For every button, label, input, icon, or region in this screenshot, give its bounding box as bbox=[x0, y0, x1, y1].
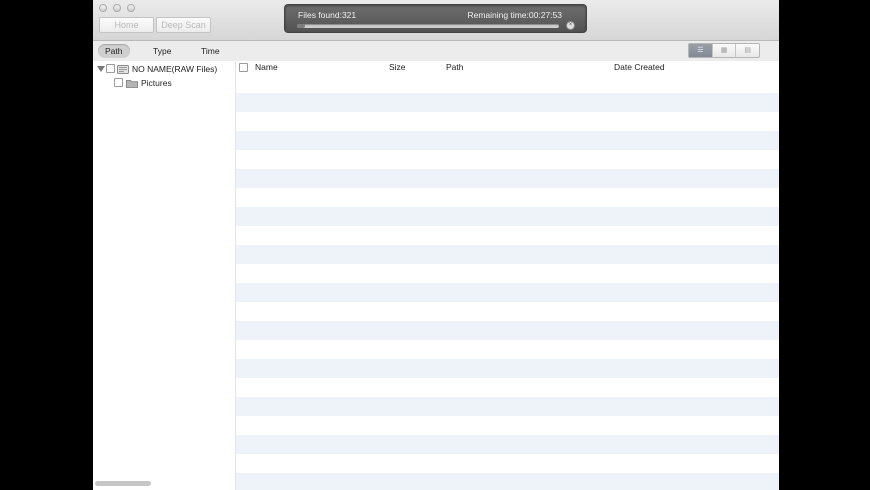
view-mode-switch: ☰ ▦ ▤ bbox=[688, 43, 760, 58]
table-row bbox=[236, 302, 779, 321]
list-view-icon[interactable]: ☰ bbox=[689, 44, 713, 57]
folder-icon bbox=[126, 79, 138, 88]
grid-view-icon[interactable]: ▦ bbox=[713, 44, 737, 57]
app-window: Home Deep Scan Files found:321 Remaining… bbox=[93, 0, 779, 490]
files-found-label: Files found:321 bbox=[298, 10, 357, 20]
tree-child-label: Pictures bbox=[141, 77, 172, 88]
tab-time[interactable]: Time bbox=[194, 44, 227, 58]
folder-tree: NO NAME(RAW Files) Pictures bbox=[93, 61, 236, 490]
table-row bbox=[236, 226, 779, 245]
table-row bbox=[236, 321, 779, 340]
home-button[interactable]: Home bbox=[99, 17, 154, 33]
tree-root-checkbox[interactable] bbox=[106, 64, 115, 73]
table-row bbox=[236, 74, 779, 93]
title-bar: Home Deep Scan Files found:321 Remaining… bbox=[93, 0, 779, 41]
drive-icon bbox=[117, 64, 129, 74]
stop-scan-icon[interactable]: × bbox=[566, 21, 575, 30]
table-row bbox=[236, 131, 779, 150]
tab-type[interactable]: Type bbox=[146, 44, 178, 58]
minimize-window-button[interactable] bbox=[113, 4, 121, 12]
column-date-created[interactable]: Date Created bbox=[614, 62, 665, 72]
tree-child-row[interactable]: Pictures bbox=[114, 76, 172, 89]
table-row bbox=[236, 378, 779, 397]
table-row bbox=[236, 93, 779, 112]
table-row bbox=[236, 169, 779, 188]
scan-progress-panel: Files found:321 Remaining time:00:27:53 … bbox=[284, 4, 587, 33]
table-row bbox=[236, 416, 779, 435]
table-row bbox=[236, 340, 779, 359]
select-all-checkbox[interactable] bbox=[239, 63, 248, 72]
table-row bbox=[236, 188, 779, 207]
scan-progress-fill bbox=[297, 24, 305, 28]
table-row bbox=[236, 283, 779, 302]
tree-child-checkbox[interactable] bbox=[114, 78, 123, 87]
table-row bbox=[236, 245, 779, 264]
close-window-button[interactable] bbox=[99, 4, 107, 12]
table-row bbox=[236, 454, 779, 473]
tab-path[interactable]: Path bbox=[98, 44, 130, 58]
table-row bbox=[236, 207, 779, 226]
disclosure-triangle-icon[interactable] bbox=[97, 65, 105, 73]
horizontal-scrollbar[interactable] bbox=[95, 481, 151, 486]
table-row bbox=[236, 264, 779, 283]
file-list-header: Name Size Path Date Created bbox=[236, 61, 779, 75]
deep-scan-button[interactable]: Deep Scan bbox=[156, 17, 211, 33]
filmstrip-view-icon[interactable]: ▤ bbox=[736, 44, 759, 57]
table-row bbox=[236, 150, 779, 169]
column-name[interactable]: Name bbox=[255, 62, 278, 72]
table-row bbox=[236, 397, 779, 416]
table-row bbox=[236, 359, 779, 378]
table-row bbox=[236, 435, 779, 454]
table-row bbox=[236, 112, 779, 131]
column-size[interactable]: Size bbox=[389, 62, 406, 72]
table-row bbox=[236, 473, 779, 490]
tree-root-row[interactable]: NO NAME(RAW Files) bbox=[97, 62, 217, 75]
file-list: Name Size Path Date Created bbox=[236, 61, 779, 490]
remaining-time-label: Remaining time:00:27:53 bbox=[467, 10, 562, 20]
column-path[interactable]: Path bbox=[446, 62, 464, 72]
zoom-window-button[interactable] bbox=[127, 4, 135, 12]
tree-root-label: NO NAME(RAW Files) bbox=[132, 63, 218, 74]
scan-progress-bar bbox=[297, 24, 559, 28]
view-toolbar: Path Type Time ☰ ▦ ▤ bbox=[93, 41, 779, 61]
